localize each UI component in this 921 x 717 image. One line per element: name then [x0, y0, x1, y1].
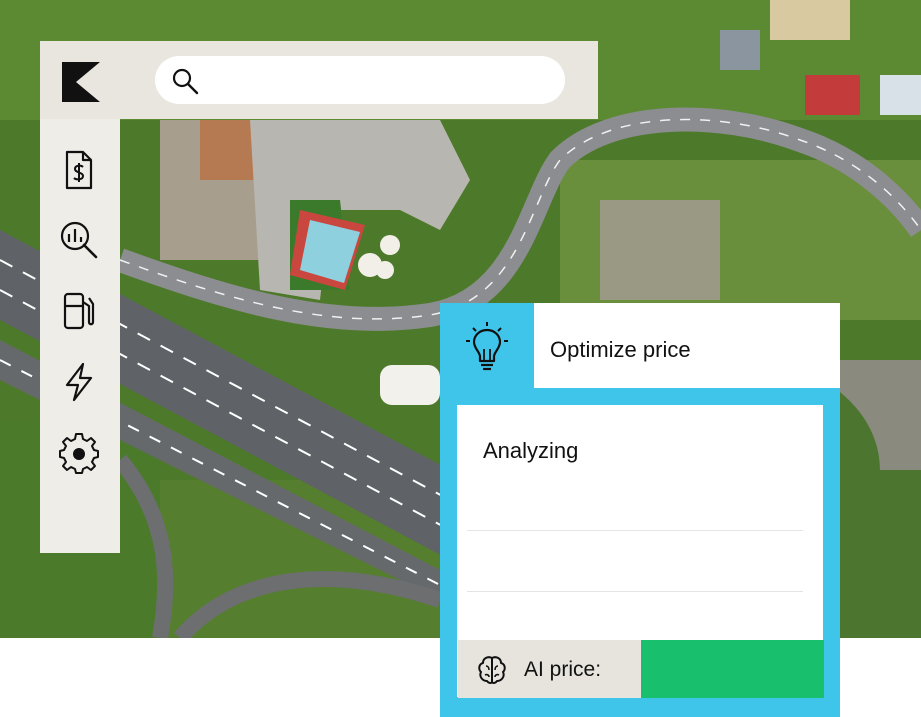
chart-search-icon — [60, 221, 98, 259]
dollar-document-icon — [65, 150, 93, 190]
search-input[interactable] — [213, 64, 547, 98]
optimize-panel: Analyzing AI price: — [440, 388, 840, 717]
search-bar[interactable] — [155, 56, 565, 104]
optimize-icon-box — [440, 303, 534, 388]
top-bar — [40, 41, 598, 119]
app-logo[interactable] — [62, 62, 100, 102]
ai-price-label: AI price: — [524, 658, 602, 681]
lightning-icon — [65, 362, 93, 402]
lightbulb-icon — [466, 322, 508, 371]
divider — [467, 530, 803, 531]
optimize-panel-title: Optimize price — [550, 337, 691, 362]
sidebar-item-pricing[interactable] — [57, 148, 101, 192]
optimize-panel-header: Optimize price — [440, 303, 840, 388]
ai-price-value — [641, 640, 824, 698]
sidebar-item-fuel[interactable] — [57, 288, 101, 332]
fuel-pump-icon — [63, 292, 95, 330]
brain-icon — [476, 654, 508, 686]
analysis-status: Analyzing — [483, 438, 579, 463]
divider — [467, 591, 803, 592]
gear-icon — [59, 433, 99, 474]
sidebar-item-settings[interactable] — [57, 432, 101, 476]
sidebar-item-analytics[interactable] — [57, 218, 101, 262]
search-icon — [171, 67, 199, 95]
sidebar — [40, 119, 120, 553]
sidebar-item-energy[interactable] — [57, 360, 101, 404]
ai-price-row: AI price: — [458, 640, 824, 698]
